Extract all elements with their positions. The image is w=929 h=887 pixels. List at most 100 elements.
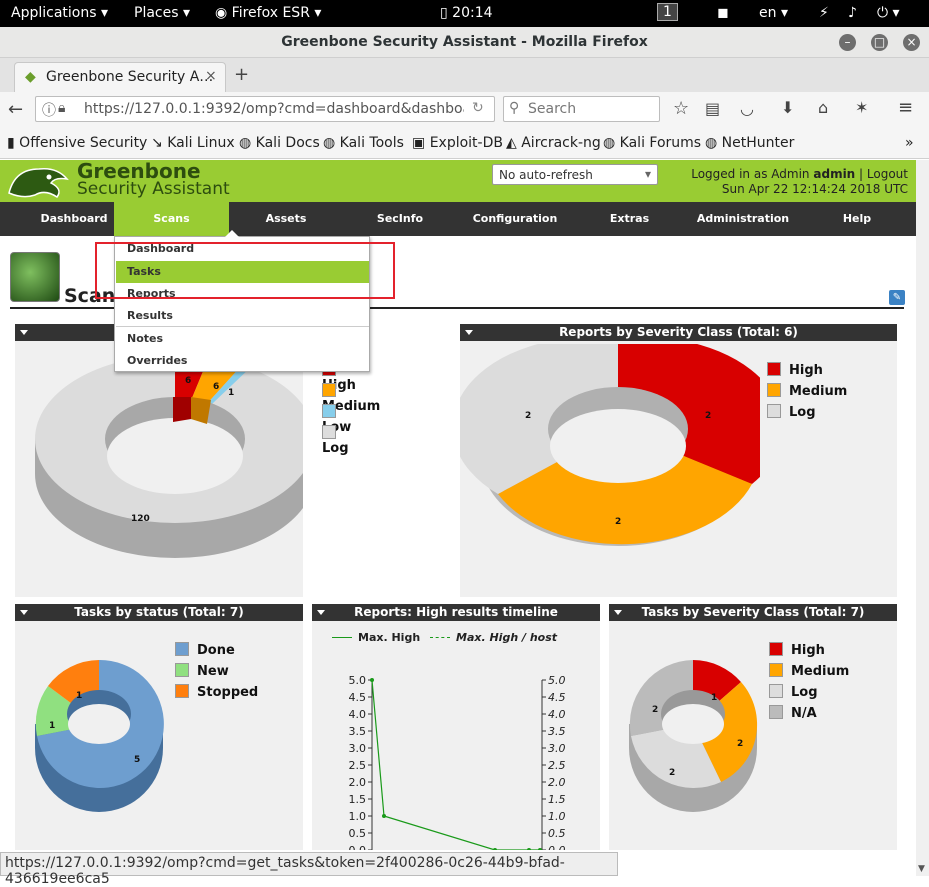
reading-list-icon[interactable]: ▤ (705, 99, 720, 118)
kali-icon: ▮ (7, 135, 15, 151)
applications-menu[interactable]: Applications ▾ (11, 5, 108, 21)
y-tick-label: 2.0 (349, 776, 367, 789)
y-tick-label: 4.5 (349, 691, 367, 704)
workspace-indicator[interactable]: 1 (657, 3, 678, 21)
navigation-toolbar: ← ⓘ 🔒︎ https://127.0.0.1:9392/omp?cmd=da… (0, 92, 929, 127)
globe-icon: ◍ (603, 135, 616, 151)
y-tick-label-right: 5.0 (548, 674, 566, 687)
username[interactable]: admin (813, 167, 855, 181)
y-tick-label: 0.0 (349, 844, 367, 850)
aircrack-icon: ◭ (506, 135, 517, 151)
donut-hole (68, 704, 130, 744)
tab-title: Greenbone Security A… (46, 69, 214, 85)
clock[interactable]: ▯ 20:14 (440, 5, 493, 21)
edit-dashboard-icon[interactable]: ✎ (889, 290, 905, 305)
data-label-log: 120 (131, 514, 150, 524)
panel-title: Reports: High results timeline (312, 604, 600, 621)
highlight-annotation-box (95, 242, 395, 299)
search-bar[interactable]: ⚲ Search (503, 96, 660, 122)
panel-tasks-by-status: Tasks by status (Total: 7) 1 1 5 Done Ne… (15, 604, 303, 850)
y-tick-label-right: 2.0 (548, 776, 566, 789)
places-menu[interactable]: Places ▾ (134, 5, 190, 21)
new-tab-button[interactable]: + (234, 64, 249, 85)
bookmark-star-icon[interactable]: ☆ (673, 98, 689, 119)
legend-max-high: Max. High (332, 631, 420, 644)
language-menu[interactable]: en ▾ (759, 5, 788, 21)
menu-help[interactable]: Help (832, 202, 882, 236)
pocket-icon[interactable]: ◡ (740, 99, 754, 118)
legend-new: New (175, 663, 229, 679)
y-tick-label-right: 4.5 (548, 691, 566, 704)
power-icon[interactable]: ⏻ ▾ (877, 5, 900, 21)
close-tab-icon[interactable]: × (205, 68, 217, 84)
home-icon[interactable]: ⌂ (818, 98, 828, 117)
data-label-medium: 2 (737, 739, 744, 749)
dropdown-item-notes[interactable]: Notes (116, 328, 369, 350)
close-window-button[interactable]: × (903, 34, 920, 51)
volume-icon[interactable]: ♪ (848, 5, 857, 21)
collapse-icon[interactable] (20, 610, 28, 615)
tab-bar: ◆ Greenbone Security A… × + (0, 58, 929, 92)
info-icon[interactable]: ⓘ (42, 100, 56, 120)
legend-na: N/A (769, 705, 817, 721)
video-icon[interactable]: ◼ (717, 5, 729, 21)
vertical-scrollbar[interactable]: ▼ (916, 160, 929, 876)
download-icon[interactable]: ⬇ (781, 98, 794, 117)
data-label-log: 2 (525, 411, 532, 421)
bookmarks-toolbar: ▮ Offensive Security ↘ Kali Linux ◍ Kali… (0, 127, 929, 159)
menu-scans[interactable]: Scans (114, 202, 229, 236)
auto-refresh-select[interactable]: No auto-refresh ▾ (492, 164, 658, 185)
url-text[interactable]: https://127.0.0.1:9392/omp?cmd=dashboard… (84, 101, 464, 117)
bookmark-kali-docs[interactable]: ◍ Kali Docs (239, 135, 320, 151)
bookmark-offensive-security[interactable]: ▮ Offensive Security (7, 135, 147, 151)
menu-assets[interactable]: Assets (243, 202, 329, 236)
lock-warning-icon[interactable]: 🔒︎ (58, 100, 65, 116)
bookmarks-overflow-icon[interactable]: » (905, 135, 914, 151)
reload-icon[interactable]: ↻ (472, 100, 484, 116)
bookmark-kali-linux[interactable]: ↘ Kali Linux (151, 135, 235, 151)
url-bar[interactable]: ⓘ 🔒︎ https://127.0.0.1:9392/omp?cmd=dash… (35, 96, 495, 122)
legend-log: Log (767, 404, 816, 420)
collapse-icon[interactable] (20, 330, 28, 335)
collapse-icon[interactable] (465, 330, 473, 335)
menu-configuration[interactable]: Configuration (465, 202, 565, 236)
collapse-icon[interactable] (317, 610, 325, 615)
globe-icon: ◍ (239, 135, 252, 151)
menu-dashboard[interactable]: Dashboard (30, 202, 118, 236)
legend-log: Log (322, 425, 349, 456)
data-label-log: 2 (669, 768, 676, 778)
donut-hole (662, 704, 724, 744)
y-tick-label: 0.5 (349, 827, 367, 840)
bookmark-kali-forums[interactable]: ◍ Kali Forums (603, 135, 701, 151)
legend-medium: Medium (769, 663, 849, 679)
firefox-app-menu[interactable]: ◉ Firefox ESR ▾ (215, 5, 321, 21)
bookmark-exploit-db[interactable]: ▣ Exploit-DB (412, 135, 503, 151)
gnome-top-bar: Applications ▾ Places ▾ ◉ Firefox ESR ▾ … (0, 0, 929, 27)
logout-link[interactable]: Logout (867, 167, 908, 181)
greenbone-logo-icon[interactable] (5, 163, 71, 200)
bookmark-kali-tools[interactable]: ◍ Kali Tools (323, 135, 404, 151)
bookmark-aircrack-ng[interactable]: ◭ Aircrack-ng (506, 135, 601, 151)
minimize-button[interactable]: – (839, 34, 856, 51)
hamburger-menu-icon[interactable]: ≡ (898, 97, 913, 118)
menu-administration[interactable]: Administration (690, 202, 796, 236)
network-icon[interactable]: ⚡ (819, 5, 829, 21)
series-max-high-point (370, 678, 374, 682)
scroll-down-icon[interactable]: ▼ (918, 864, 925, 874)
maximize-button[interactable]: □ (871, 34, 888, 51)
dropdown-item-results[interactable]: Results (116, 305, 369, 327)
tab-greenbone[interactable]: ◆ Greenbone Security A… × (14, 62, 226, 92)
bookmark-nethunter[interactable]: ◍ NetHunter (705, 135, 794, 151)
logo-text-greenbone: Greenbone (77, 159, 201, 183)
collapse-icon[interactable] (614, 610, 622, 615)
extension-icon[interactable]: ✶ (855, 98, 868, 117)
menu-secinfo[interactable]: SecInfo (356, 202, 444, 236)
login-info: Logged in as Admin admin | Logout Sun Ap… (691, 167, 908, 196)
series-max-high-point (538, 848, 542, 850)
legend-medium: Medium (767, 383, 847, 399)
y-tick-label-right: 3.0 (548, 742, 566, 755)
dropdown-item-overrides[interactable]: Overrides (116, 350, 369, 372)
data-label-stopped: 1 (76, 691, 83, 701)
menu-extras[interactable]: Extras (592, 202, 667, 236)
back-icon[interactable]: ← (8, 99, 23, 120)
